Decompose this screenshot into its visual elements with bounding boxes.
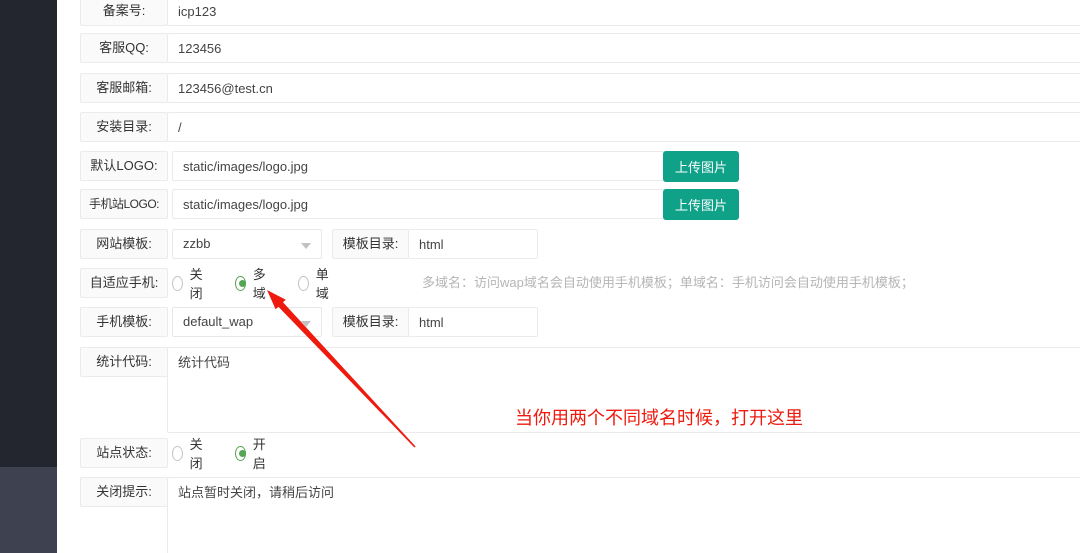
upload-default-logo-button[interactable]: 上传图片	[663, 151, 739, 182]
site-template-label: 网站模板:	[80, 229, 168, 259]
qq-input[interactable]	[167, 33, 1080, 63]
mobile-logo-input[interactable]	[172, 189, 735, 219]
install-dir-label: 安装目录:	[80, 112, 168, 142]
radio-option-site-close[interactable]: 关闭	[172, 434, 207, 472]
radio-unchecked-icon	[298, 276, 309, 291]
radio-option-label: 单域	[316, 264, 333, 302]
email-label: 客服邮箱:	[80, 73, 168, 103]
chevron-down-icon	[301, 243, 311, 249]
qq-label: 客服QQ:	[80, 33, 168, 63]
radio-option-close[interactable]: 关闭	[172, 264, 207, 302]
radio-option-label: 关闭	[190, 264, 207, 302]
template-dir-input[interactable]	[408, 229, 538, 259]
site-status-radio-group: 关闭 开启	[172, 438, 298, 468]
site-template-select-value: zzbb	[183, 236, 210, 251]
chevron-down-icon	[301, 321, 311, 327]
radio-checked-icon	[235, 276, 246, 291]
icp-label: 备案号:	[80, 0, 168, 26]
close-tip-label: 关闭提示:	[80, 477, 168, 507]
mobile-logo-label: 手机站LOGO:	[80, 189, 168, 219]
default-logo-label: 默认LOGO:	[80, 151, 168, 181]
adaptive-mobile-radio-group: 关闭 多域 单域	[172, 268, 361, 298]
adaptive-mobile-label: 自适应手机:	[80, 268, 168, 298]
stats-code-label: 统计代码:	[80, 347, 168, 377]
mobile-template-dir-label: 模板目录:	[332, 307, 409, 337]
close-tip-textarea[interactable]: 站点暂时关闭，请稍后访问	[167, 477, 1080, 553]
adaptive-mobile-hint: 多域名：访问wap域名会自动使用手机模板；单域名：手机访问会自动使用手机模板；	[422, 268, 914, 298]
mobile-template-select[interactable]: default_wap	[172, 307, 322, 337]
annotation-text: 当你用两个不同域名时候，打开这里	[515, 404, 803, 430]
upload-mobile-logo-button[interactable]: 上传图片	[663, 189, 739, 220]
mobile-template-label: 手机模板:	[80, 307, 168, 337]
sidebar[interactable]	[0, 0, 57, 553]
radio-unchecked-icon	[172, 446, 183, 461]
sidebar-active-item[interactable]	[0, 467, 57, 553]
radio-unchecked-icon	[172, 276, 183, 291]
radio-option-label: 多域	[253, 264, 270, 302]
site-template-select[interactable]: zzbb	[172, 229, 322, 259]
default-logo-input[interactable]	[172, 151, 735, 181]
settings-page: 备案号: 客服QQ: 客服邮箱: 安装目录: 默认LOGO: 上传图片 手机站L…	[0, 0, 1080, 553]
radio-option-label: 开启	[253, 434, 270, 472]
mobile-template-dir-input[interactable]	[408, 307, 538, 337]
radio-option-site-open[interactable]: 开启	[235, 434, 270, 472]
icp-input[interactable]	[167, 0, 1080, 26]
template-dir-label: 模板目录:	[332, 229, 409, 259]
radio-checked-icon	[235, 446, 246, 461]
email-input[interactable]	[167, 73, 1080, 103]
radio-option-multi-domain[interactable]: 多域	[235, 264, 270, 302]
install-dir-input[interactable]	[167, 112, 1080, 142]
mobile-template-select-value: default_wap	[183, 314, 253, 329]
radio-option-label: 关闭	[190, 434, 207, 472]
site-status-label: 站点状态:	[80, 438, 168, 468]
radio-option-single-domain[interactable]: 单域	[298, 264, 333, 302]
